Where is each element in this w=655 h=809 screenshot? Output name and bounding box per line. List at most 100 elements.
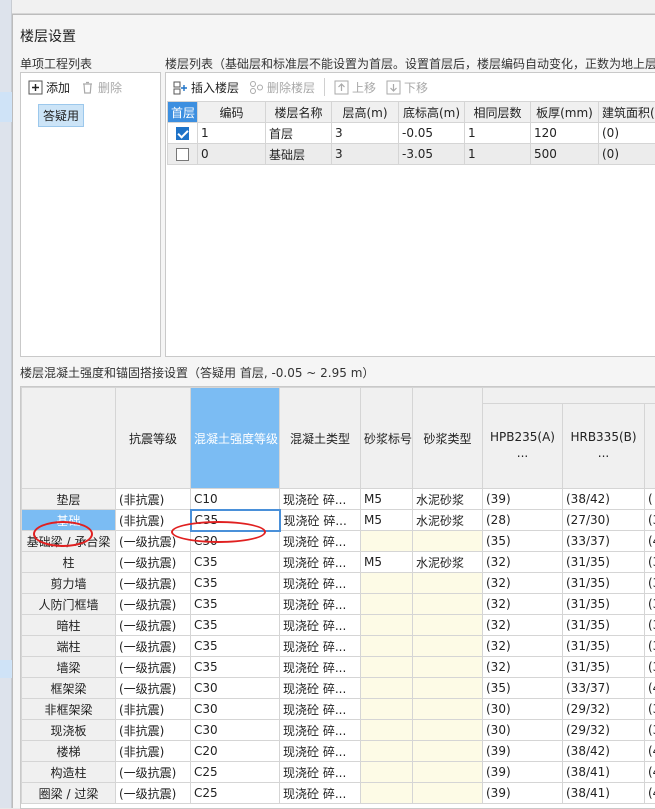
- mortar-mark[interactable]: M5: [361, 552, 413, 573]
- concrete-row[interactable]: 暗柱(一级抗震)C35现浇砼 碎...(32)(31/35)(3: [22, 615, 655, 636]
- hrb335-value[interactable]: (29/32): [563, 699, 645, 720]
- hpb235-value[interactable]: (28): [483, 510, 563, 531]
- mortar-type[interactable]: [413, 783, 483, 804]
- concrete-grade[interactable]: C35: [191, 552, 280, 573]
- first-floor-checkbox[interactable]: [176, 148, 189, 161]
- mortar-type[interactable]: [413, 636, 483, 657]
- seismic-grade[interactable]: (非抗震): [116, 741, 191, 762]
- concrete-row[interactable]: 非框架梁(非抗震)C30现浇砼 碎...(30)(29/32)(3: [22, 699, 655, 720]
- concrete-grade[interactable]: C30: [191, 699, 280, 720]
- row-name[interactable]: 墙梁: [22, 657, 116, 678]
- seismic-grade[interactable]: (一级抗震): [116, 636, 191, 657]
- floor-row[interactable]: 0 基础层 3 -3.05 1 500 (0): [168, 144, 655, 165]
- concrete-row[interactable]: 构造柱(一级抗震)C25现浇砼 碎...(39)(38/41)(4: [22, 762, 655, 783]
- concrete-type[interactable]: 现浇砼 碎...: [280, 531, 361, 552]
- hpb235-value[interactable]: (32): [483, 573, 563, 594]
- col-header-floor-name[interactable]: 楼层名称: [266, 102, 332, 123]
- concrete-type[interactable]: 现浇砼 碎...: [280, 699, 361, 720]
- concrete-grade[interactable]: C10: [191, 489, 280, 510]
- concrete-row[interactable]: 垫层(非抗震)C10现浇砼 碎...M5水泥砂浆(39)(38/42)(: [22, 489, 655, 510]
- next-value[interactable]: (3: [645, 615, 655, 636]
- col-header-mortar-type[interactable]: 砂浆类型: [413, 388, 483, 489]
- next-value[interactable]: (3: [645, 720, 655, 741]
- project-list-item[interactable]: 答疑用: [38, 104, 84, 127]
- mortar-mark[interactable]: [361, 762, 413, 783]
- hpb235-value[interactable]: (32): [483, 636, 563, 657]
- mortar-type[interactable]: [413, 720, 483, 741]
- concrete-type[interactable]: 现浇砼 碎...: [280, 762, 361, 783]
- hrb335-value[interactable]: (31/35): [563, 552, 645, 573]
- floor-slab-thickness[interactable]: 120: [531, 123, 599, 144]
- mortar-type[interactable]: [413, 573, 483, 594]
- concrete-grade[interactable]: C20: [191, 741, 280, 762]
- mortar-mark[interactable]: [361, 678, 413, 699]
- mortar-mark[interactable]: [361, 720, 413, 741]
- hrb335-value[interactable]: (33/37): [563, 678, 645, 699]
- mortar-mark[interactable]: [361, 657, 413, 678]
- col-header-same-count[interactable]: 相同层数: [465, 102, 531, 123]
- mortar-mark[interactable]: M5: [361, 489, 413, 510]
- floor-code[interactable]: 1: [198, 123, 266, 144]
- hrb335-value[interactable]: (38/41): [563, 762, 645, 783]
- floor-slab-thickness[interactable]: 500: [531, 144, 599, 165]
- mortar-mark[interactable]: [361, 531, 413, 552]
- concrete-grade[interactable]: C35: [191, 657, 280, 678]
- next-value[interactable]: (3: [645, 657, 655, 678]
- col-header-bottom-elevation[interactable]: 底标高(m): [399, 102, 465, 123]
- mortar-type[interactable]: [413, 699, 483, 720]
- concrete-row[interactable]: 圈梁 / 过梁(一级抗震)C25现浇砼 碎...(39)(38/41)(4: [22, 783, 655, 804]
- first-floor-checkbox-cell[interactable]: [168, 144, 198, 165]
- seismic-grade[interactable]: (一级抗震): [116, 678, 191, 699]
- hpb235-value[interactable]: (32): [483, 552, 563, 573]
- concrete-type[interactable]: 现浇砼 碎...: [280, 573, 361, 594]
- mortar-mark[interactable]: [361, 783, 413, 804]
- floor-height[interactable]: 3: [332, 144, 399, 165]
- col-header-floor-height[interactable]: 层高(m): [332, 102, 399, 123]
- concrete-grade[interactable]: C30: [191, 678, 280, 699]
- seismic-grade[interactable]: (一级抗震): [116, 783, 191, 804]
- hpb235-value[interactable]: (32): [483, 594, 563, 615]
- hpb235-value[interactable]: (39): [483, 783, 563, 804]
- concrete-row[interactable]: 基础梁 / 承台梁(一级抗震)C30现浇砼 碎...(35)(33/37)(4: [22, 531, 655, 552]
- row-name[interactable]: 暗柱: [22, 615, 116, 636]
- concrete-row[interactable]: 柱(一级抗震)C35现浇砼 碎...M5水泥砂浆(32)(31/35)(3: [22, 552, 655, 573]
- hpb235-value[interactable]: (32): [483, 615, 563, 636]
- floor-height[interactable]: 3: [332, 123, 399, 144]
- concrete-grade[interactable]: C25: [191, 762, 280, 783]
- mortar-mark[interactable]: [361, 615, 413, 636]
- floor-bottom-elevation[interactable]: -3.05: [399, 144, 465, 165]
- hpb235-value[interactable]: (39): [483, 741, 563, 762]
- hpb235-value[interactable]: (30): [483, 699, 563, 720]
- row-name[interactable]: 人防门框墙: [22, 594, 116, 615]
- concrete-row[interactable]: 人防门框墙(一级抗震)C35现浇砼 碎...(32)(31/35)(3: [22, 594, 655, 615]
- next-value[interactable]: (3: [645, 510, 655, 531]
- col-header-seismic-grade[interactable]: 抗震等级: [116, 388, 191, 489]
- hrb335-value[interactable]: (31/35): [563, 636, 645, 657]
- hrb335-value[interactable]: (38/42): [563, 489, 645, 510]
- row-name[interactable]: 框架梁: [22, 678, 116, 699]
- mortar-mark[interactable]: [361, 573, 413, 594]
- concrete-type[interactable]: 现浇砼 碎...: [280, 510, 361, 531]
- mortar-type[interactable]: [413, 678, 483, 699]
- hrb335-value[interactable]: (29/32): [563, 720, 645, 741]
- mortar-type[interactable]: [413, 531, 483, 552]
- seismic-grade[interactable]: (一级抗震): [116, 531, 191, 552]
- next-value[interactable]: (4: [645, 762, 655, 783]
- row-name[interactable]: 构造柱: [22, 762, 116, 783]
- col-header-concrete-grade[interactable]: 混凝土强度等级: [191, 388, 280, 489]
- next-value[interactable]: (4: [645, 783, 655, 804]
- row-name[interactable]: 现浇板: [22, 720, 116, 741]
- hpb235-value[interactable]: (30): [483, 720, 563, 741]
- seismic-grade[interactable]: (非抗震): [116, 489, 191, 510]
- floor-bottom-elevation[interactable]: -0.05: [399, 123, 465, 144]
- floor-building-area[interactable]: (0): [599, 144, 655, 165]
- floor-name[interactable]: 首层: [266, 123, 332, 144]
- mortar-type[interactable]: [413, 615, 483, 636]
- concrete-type[interactable]: 现浇砼 碎...: [280, 720, 361, 741]
- col-header-next[interactable]: [645, 404, 655, 489]
- concrete-row[interactable]: 基础(非抗震)C35现浇砼 碎...M5水泥砂浆(28)(27/30)(3: [22, 510, 655, 531]
- seismic-grade[interactable]: (一级抗震): [116, 657, 191, 678]
- mortar-mark[interactable]: [361, 699, 413, 720]
- first-floor-checkbox[interactable]: [176, 127, 189, 140]
- row-name[interactable]: 端柱: [22, 636, 116, 657]
